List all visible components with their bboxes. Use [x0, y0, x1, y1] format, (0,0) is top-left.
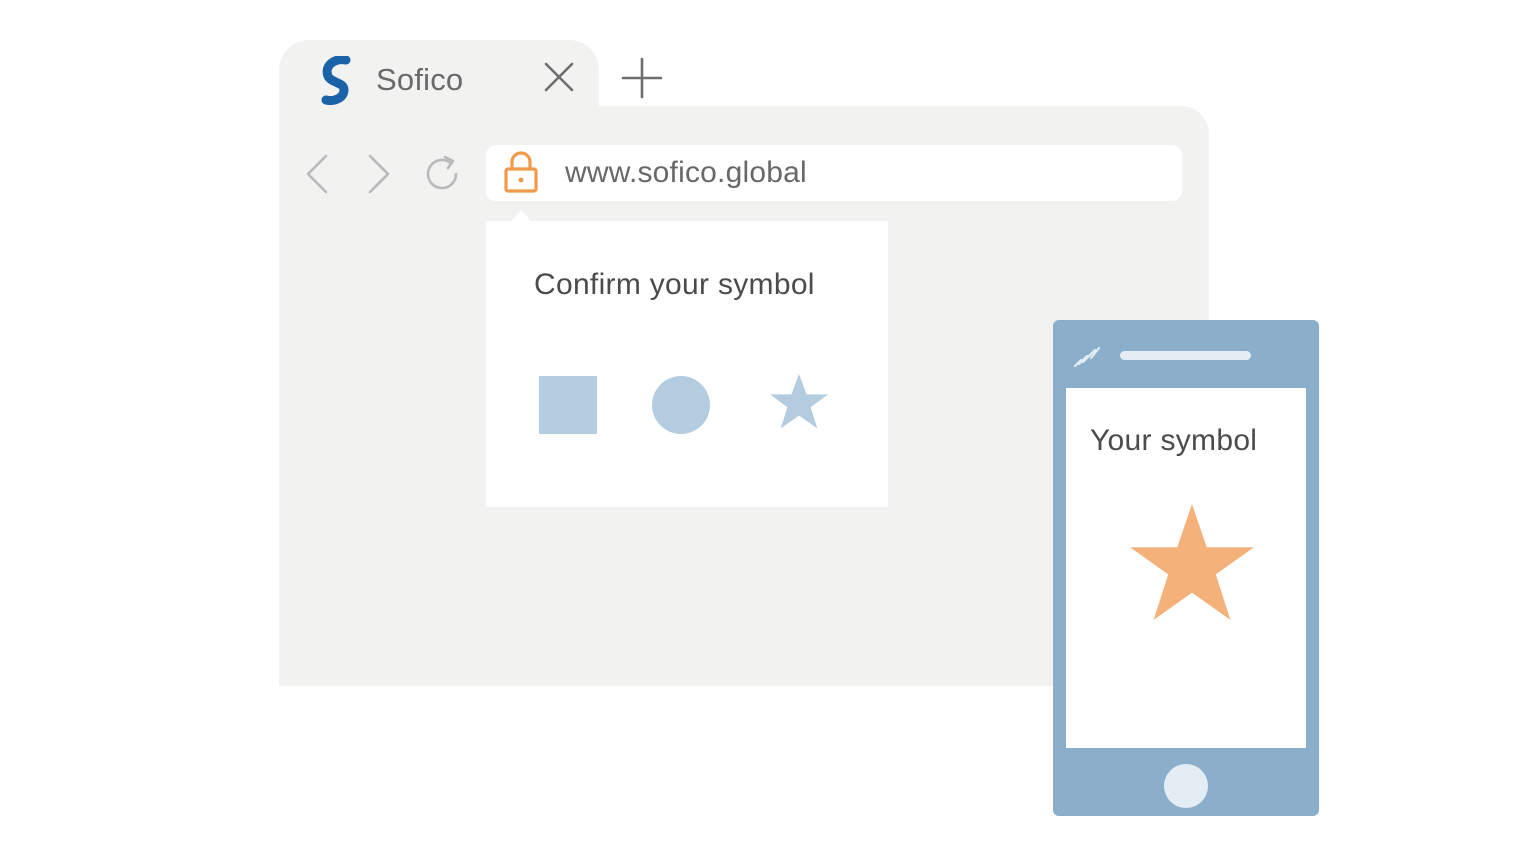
star-icon — [1130, 504, 1254, 620]
lock-icon[interactable] — [502, 150, 540, 194]
signal-icon — [1073, 346, 1101, 368]
close-icon[interactable] — [542, 60, 576, 94]
circle-symbol-option[interactable] — [652, 376, 710, 434]
phone-title: Your symbol — [1090, 424, 1258, 457]
url-text[interactable]: www.sofico.global — [565, 156, 807, 190]
reload-icon[interactable] — [420, 152, 464, 196]
new-tab-plus-icon[interactable] — [620, 56, 664, 100]
phone-speaker — [1120, 351, 1251, 360]
illustration-stage: Sofico www.sofico.global Confirm your sy… — [0, 0, 1536, 864]
sofico-logo-icon — [321, 56, 351, 105]
confirm-symbol-popup — [486, 221, 888, 507]
star-symbol-option[interactable] — [766, 370, 832, 436]
popup-title: Confirm your symbol — [534, 268, 815, 301]
tab-title: Sofico — [376, 62, 464, 97]
square-symbol-option[interactable] — [539, 376, 597, 434]
phone-home-button[interactable] — [1164, 764, 1208, 808]
chevron-left-icon[interactable] — [300, 152, 336, 196]
chevron-right-icon[interactable] — [362, 152, 398, 196]
